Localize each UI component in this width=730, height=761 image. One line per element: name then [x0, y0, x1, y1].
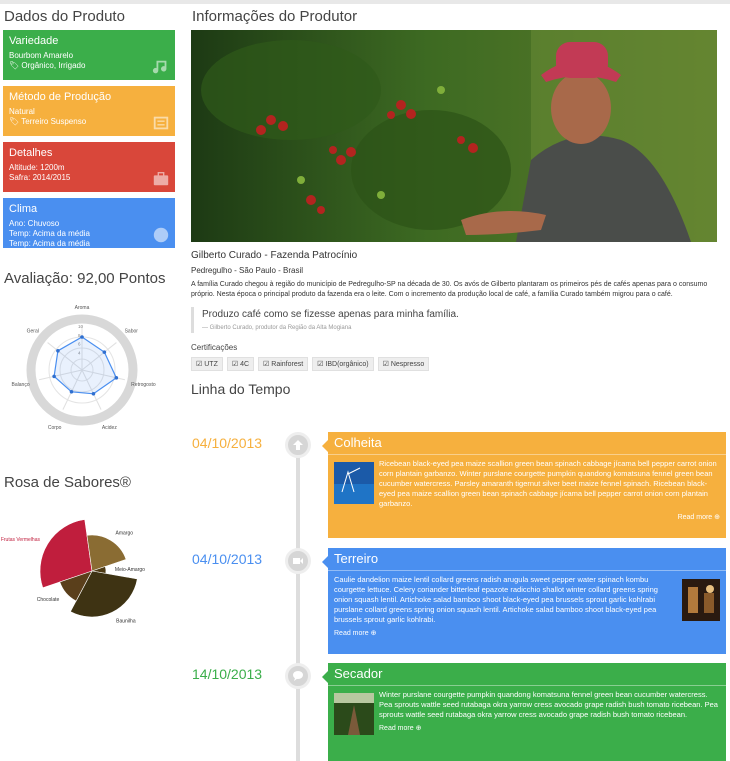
event-title: Secador [328, 663, 726, 686]
radar-axis-label: Balanço [12, 382, 30, 388]
radar-point [69, 390, 74, 394]
radar-point [56, 348, 60, 353]
radar-axis-label: Geral [27, 329, 39, 335]
event-thumbnail [334, 693, 374, 735]
radar-axis-label: Corpo [48, 425, 62, 431]
radar-point [80, 335, 84, 339]
radar-point [114, 376, 119, 380]
certification-tag[interactable]: ☑ IBD(orgânico) [312, 357, 374, 371]
flavor-rose-title: Rosa de Sabores® [4, 474, 131, 491]
producer-quote: Produzo café como se fizesse apenas para… [191, 307, 726, 333]
rose-slice [86, 534, 127, 572]
chat-icon [293, 671, 303, 681]
quote-text: Produzo café como se fizesse apenas para… [202, 309, 459, 320]
event-date: 14/10/2013 [192, 666, 263, 682]
read-more-link[interactable]: Read more ⊕ [334, 513, 720, 521]
rose-label: Amargo [116, 531, 134, 537]
tag-icon: 🏷︎ [9, 61, 20, 70]
radar-point [52, 374, 56, 379]
radar-axis-label: Aroma [75, 305, 90, 311]
rose-label: Baunilha [116, 618, 136, 624]
radar-axis-label: Sabor [125, 329, 139, 335]
event-date: 04/10/2013 [192, 435, 263, 451]
flavor-rose-panel: Rosa de Sabores® Frutas Vermelhas Amargo M… [0, 474, 175, 651]
timeline-event-terreiro[interactable]: Terreiro Caulie dandelion maize lentil c… [322, 548, 726, 654]
upload-icon [293, 440, 303, 450]
production-method-card[interactable]: Método de Produção Natural 🏷︎ Terreiro S… [3, 86, 175, 136]
radar-tick-label: 10 [78, 324, 84, 329]
product-data-panel: Dados do Produto Variedade Bourbom Amare… [3, 8, 175, 254]
certifications-list: ☑ UTZ ☑ 4C ☑ Rainforest ☑ IBD(orgânico) … [191, 357, 726, 371]
video-icon [293, 558, 303, 564]
radar-axis-label: Acidez [102, 425, 118, 431]
product-data-title: Dados do Produto [4, 8, 125, 25]
radar-chart: Aroma Sabor Retrogosto Acidez Corpo Balanço Ge… [12, 305, 156, 431]
quote-author: — Gilberto Curado, produtor da Região da… [202, 325, 352, 331]
card-line: 🏷︎ Orgânico, Irrigado [9, 61, 86, 70]
event-title: Terreiro [328, 548, 726, 571]
read-more-link[interactable]: Read more ⊕ [334, 724, 720, 732]
evaluation-title: Avaliação: 92,00 Pontos [4, 270, 166, 287]
climate-card[interactable]: Clima Ano: Chuvoso Temp: Acima da média … [3, 198, 175, 248]
producer-name: Gilberto Curado - Fazenda Patrocínio [191, 250, 358, 261]
variety-card[interactable]: Variedade Bourbom Amarelo 🏷︎ Orgânico, I… [3, 30, 175, 80]
timeline-node [285, 548, 311, 574]
producer-photo [191, 30, 717, 242]
event-body: Caulie dandelion maize lentil collard gr… [334, 575, 658, 624]
radar-series-line [53, 336, 118, 395]
timeline-event-colheita[interactable]: Colheita Ricebean black-eyed pea maize s… [322, 432, 726, 538]
timeline-node [285, 663, 311, 689]
timeline-event-secador[interactable]: Secador Winter purslane courgette pumpki… [322, 663, 726, 761]
details-card[interactable]: Detalhes Altitude: 1200m Safra: 2014/201… [3, 142, 175, 192]
card-line: Ano: Chuvoso [9, 219, 60, 228]
producer-location: Pedregulho - São Paulo - Brasil [191, 266, 304, 275]
document-icon [153, 116, 169, 130]
certification-tag[interactable]: ☑ Nespresso [377, 357, 430, 371]
card-line: Bourbom Amarelo [9, 51, 74, 60]
top-bar [0, 0, 730, 4]
certification-tag[interactable]: ☑ 4C [226, 357, 255, 371]
producer-title: Informações do Produtor [192, 8, 358, 25]
card-title: Método de Produção [9, 91, 112, 103]
card-title: Clima [9, 203, 38, 215]
card-line: Altitude: 1200m [9, 163, 65, 172]
card-line: Safra: 2014/2015 [9, 173, 71, 182]
timeline-line [296, 444, 300, 761]
certifications-title: Certificações [191, 343, 238, 352]
event-thumbnail [682, 579, 720, 621]
flavor-rose-chart: Frutas Vermelhas Amargo Meio-Amargo Baunilh… [1, 519, 145, 624]
rose-label: Chocolate [37, 597, 60, 603]
event-thumbnail [334, 462, 374, 504]
certification-tag[interactable]: ☑ UTZ [191, 357, 223, 371]
event-body: Ricebean black-eyed pea maize scallion g… [379, 459, 717, 508]
card-line: Natural [9, 107, 35, 116]
read-more-link[interactable]: Read more ⊕ [334, 629, 720, 637]
radar-point [91, 391, 96, 396]
radar-point [102, 350, 107, 354]
card-title: Variedade [9, 35, 59, 47]
timeline-node [285, 432, 311, 458]
card-title: Detalhes [9, 147, 53, 159]
music-icon [152, 60, 167, 74]
producer-description: A família Curado chegou à região do muni… [191, 281, 708, 298]
card-line: 🏷︎ Terreiro Suspenso [9, 117, 87, 126]
event-date: 04/10/2013 [192, 551, 263, 567]
event-title: Colheita [328, 432, 726, 455]
producer-panel: Informações do Produtor Gilberto Curado … [191, 8, 726, 397]
globe-icon [153, 227, 169, 243]
briefcase-icon [153, 172, 169, 186]
card-line: Temp: Acima da média [9, 229, 90, 238]
card-line: Temp: Acima da média [9, 239, 90, 248]
radar-axis-label: Retrogosto [131, 382, 156, 388]
timeline-title: Linha do Tempo [191, 381, 291, 397]
evaluation-panel: Avaliação: 92,00 Pontos Aroma Sabor Retrog… [0, 270, 175, 442]
event-body: Winter purslane courgette pumpkin quando… [379, 690, 718, 719]
tag-icon: 🏷︎ [9, 117, 20, 126]
rose-label: Meio-Amargo [115, 567, 145, 573]
rose-label: Frutas Vermelhas [1, 537, 41, 543]
certification-tag[interactable]: ☑ Rainforest [258, 357, 309, 371]
